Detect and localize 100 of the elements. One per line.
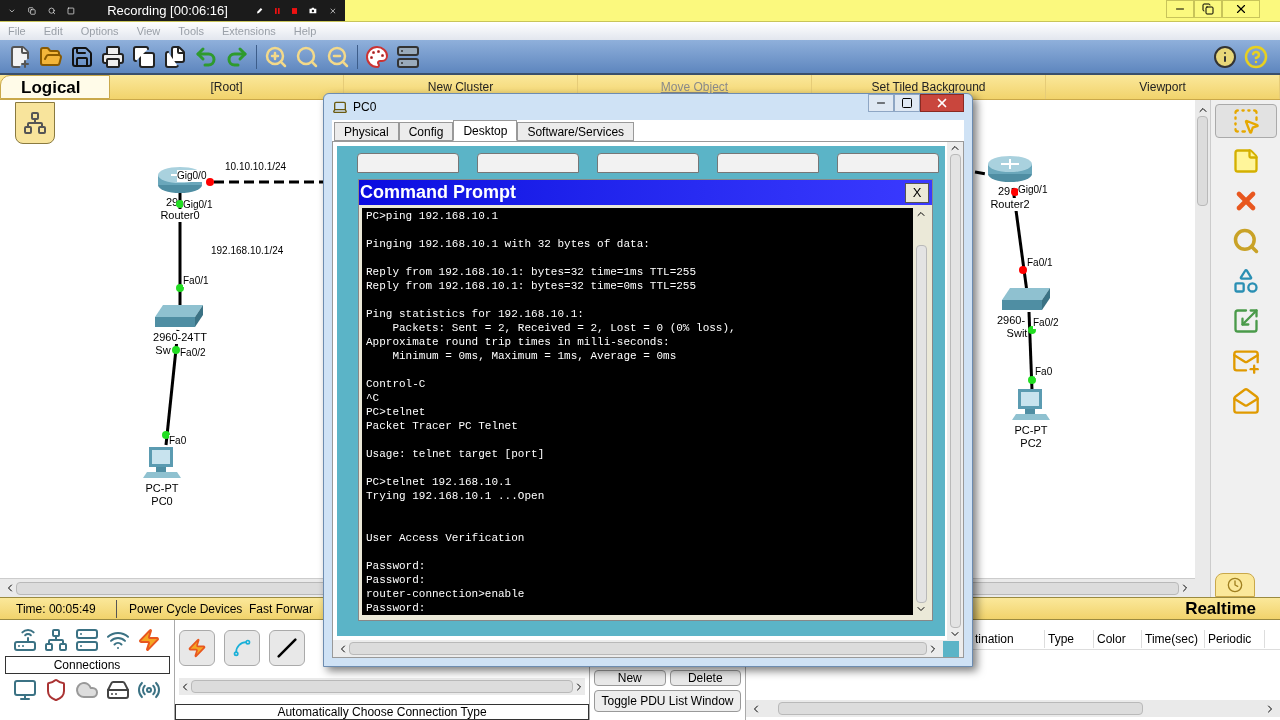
close-button[interactable] xyxy=(1222,0,1260,18)
help-icon[interactable] xyxy=(1244,44,1268,69)
column-header[interactable]: Color xyxy=(1094,629,1142,648)
device-icon[interactable] xyxy=(396,44,420,69)
workspace-action[interactable]: New Cluster xyxy=(427,78,494,96)
info-icon[interactable] xyxy=(1213,44,1237,69)
lightning-icon[interactable] xyxy=(137,628,161,652)
logical-tab[interactable]: Logical xyxy=(0,75,110,99)
horizontal-scrollbar[interactable] xyxy=(333,640,963,657)
app-icon[interactable] xyxy=(597,153,699,173)
workspace-action[interactable]: [Root] xyxy=(210,78,243,96)
app-icon[interactable] xyxy=(477,153,579,173)
connection-type-button[interactable] xyxy=(269,630,305,666)
device-name: Sw xyxy=(155,344,171,357)
folder-icon[interactable] xyxy=(39,44,63,69)
column-header[interactable]: Type xyxy=(1045,629,1094,648)
horizontal-scrollbar[interactable] xyxy=(746,700,1280,717)
port-label: Fa0/1 xyxy=(183,275,209,287)
time-label: Time: 00:05:49 xyxy=(0,599,117,618)
app-icon[interactable] xyxy=(837,153,939,173)
device-name: Swit xyxy=(1006,327,1028,340)
recorder-title: Recording [00:06:16] xyxy=(107,1,228,20)
maximize-icon xyxy=(901,97,913,109)
terminal-line: Ping statistics for 192.168.10.1: xyxy=(366,307,585,321)
shield-icon[interactable] xyxy=(44,678,68,702)
zoom-in-icon[interactable] xyxy=(264,44,288,69)
window-tab[interactable]: Config xyxy=(398,122,454,141)
window-tab[interactable]: Physical xyxy=(334,122,399,141)
select-icon xyxy=(1231,107,1260,135)
computer-icon xyxy=(332,99,348,115)
window-tab[interactable]: Desktop xyxy=(453,120,518,141)
horizontal-scrollbar[interactable] xyxy=(179,678,585,695)
new-pdu-button[interactable]: New xyxy=(594,670,666,686)
device-model: 2960- xyxy=(996,314,1026,327)
save-icon[interactable] xyxy=(70,44,94,69)
close-button[interactable]: X xyxy=(905,182,929,203)
port-label: Gig0/1 xyxy=(1018,184,1048,196)
scroll-thumb[interactable] xyxy=(778,702,1143,715)
port-label: Fa0/1 xyxy=(1027,257,1053,269)
documents-icon[interactable] xyxy=(163,44,187,69)
scroll-thumb[interactable] xyxy=(191,680,573,693)
delete-pdu-button[interactable]: Delete xyxy=(669,670,741,686)
terminal-line: Password: xyxy=(366,559,427,573)
port-label: Fa0/2 xyxy=(1033,317,1059,329)
scroll-thumb[interactable] xyxy=(349,642,927,655)
copy-icon[interactable] xyxy=(132,44,156,69)
scroll-thumb[interactable] xyxy=(1197,116,1208,206)
restore-icon xyxy=(1202,3,1214,15)
command-prompt-title: Command Prompt xyxy=(360,181,516,204)
simulation-actions: Power Cycle Devices Fast Forwar xyxy=(128,600,314,618)
device-model: 29 xyxy=(997,185,1011,198)
terminal-line: Usage: telnet target [port] xyxy=(366,447,546,461)
window-tab[interactable]: Software/Services xyxy=(517,122,635,141)
curve-icon xyxy=(232,638,252,658)
connection-type-label: Automatically Choose Connection Type xyxy=(175,704,589,720)
hub-icon[interactable] xyxy=(75,628,99,652)
app-icon[interactable] xyxy=(357,153,459,173)
resize-grip[interactable] xyxy=(943,640,959,657)
terminal-line: Minimum = 0ms, Maximum = 1ms, Average = 0ms xyxy=(391,349,678,363)
router-icon[interactable] xyxy=(13,628,37,652)
workspace-action[interactable]: Viewport xyxy=(1139,78,1186,96)
vertical-scrollbar[interactable] xyxy=(1195,100,1210,597)
terminal-line: Packets: Sent = 2, Received = 2, Lost = 0 (0% loss), xyxy=(391,321,737,335)
workspace-action[interactable]: Set Tiled Background xyxy=(871,78,986,96)
column-header[interactable]: Time(sec) xyxy=(1142,629,1205,648)
realtime-mode-label[interactable]: Realtime xyxy=(1185,595,1280,622)
new-file-icon[interactable] xyxy=(8,44,32,69)
minimize-button[interactable] xyxy=(1166,0,1194,18)
computer-icon[interactable] xyxy=(13,678,37,702)
printer-icon[interactable] xyxy=(101,44,125,69)
palette-icon[interactable] xyxy=(365,44,389,69)
vertical-scrollbar[interactable] xyxy=(947,142,963,640)
maximize-button[interactable] xyxy=(894,94,920,112)
scroll-thumb[interactable] xyxy=(949,154,961,628)
restore-button[interactable] xyxy=(1194,0,1222,18)
device-model: PC-PT xyxy=(1014,424,1048,437)
column-header[interactable]: Periodic xyxy=(1205,629,1265,648)
category-label: Connections xyxy=(4,656,170,674)
port-label: Fa0 xyxy=(1035,366,1053,378)
switch-icon[interactable] xyxy=(44,628,68,652)
app-icon[interactable] xyxy=(717,153,819,173)
toggle-pdu-list-button[interactable]: Toggle PDU List Window xyxy=(594,690,741,712)
port-label: Fa0/2 xyxy=(180,347,206,359)
terminal-line: User Access Verification xyxy=(366,531,526,545)
open-envelope-icon xyxy=(1231,387,1260,415)
window-title: PC0 xyxy=(353,99,377,116)
modem-icon[interactable] xyxy=(106,678,130,702)
terminal-line: Trying 192.168.10.1 ...Open xyxy=(366,489,546,503)
realtime-clock-tab[interactable] xyxy=(1215,573,1255,597)
lightning-icon xyxy=(187,638,207,658)
scroll-thumb[interactable] xyxy=(915,245,927,603)
device-model: 29 xyxy=(165,196,179,209)
ip-label: 192.168.10.1/24 xyxy=(211,244,284,258)
zoom-out-icon[interactable] xyxy=(326,44,350,69)
minimize-button[interactable] xyxy=(868,94,894,112)
close-icon xyxy=(935,96,949,110)
magnifier-icon[interactable] xyxy=(295,44,319,69)
note-icon xyxy=(1231,147,1260,175)
terminal-line: Password: xyxy=(366,601,427,615)
logical-view-icon[interactable] xyxy=(15,102,55,144)
